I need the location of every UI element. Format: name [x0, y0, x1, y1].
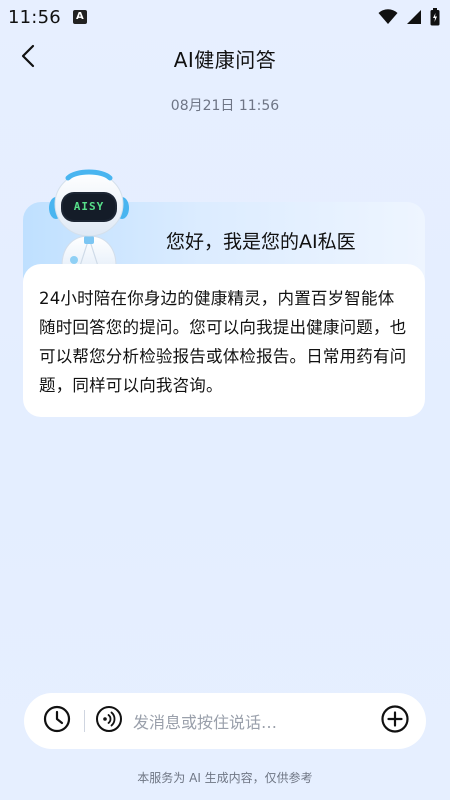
status-time: 11:56 — [8, 6, 61, 28]
header: AI健康问答 — [0, 36, 450, 80]
signal-icon — [406, 9, 422, 25]
assistant-message-text: 24小时陪在你身边的健康精灵，内置百岁智能体随时回答您的提问。您可以向我提出健康… — [39, 289, 407, 395]
robot-badge-text: AISY — [73, 200, 105, 213]
greeting-text: 您好，我是您的AI私医 — [166, 231, 356, 253]
page-title: AI健康问答 — [173, 47, 277, 72]
history-button[interactable] — [42, 704, 72, 738]
voice-input-button[interactable] — [95, 705, 123, 737]
disclaimer-note: 本服务为 AI 生成内容，仅供参考 — [137, 771, 313, 785]
wifi-icon — [378, 9, 398, 25]
chat-timestamp: 08月21日 11:56 — [170, 98, 280, 114]
robot-avatar: AISY — [44, 164, 134, 267]
status-bar: 11:56 A — [0, 0, 450, 34]
back-button[interactable] — [16, 42, 40, 74]
chevron-left-icon — [20, 44, 36, 72]
status-icons — [378, 8, 440, 26]
message-input[interactable]: 发消息或按住说话… — [133, 709, 380, 733]
plus-circle-icon — [380, 704, 410, 738]
app-notification-icon: A — [72, 10, 87, 24]
voice-icon — [95, 705, 123, 737]
input-divider — [84, 710, 85, 732]
clock-history-icon — [42, 704, 72, 738]
message-input-bar: 发消息或按住说话… — [24, 693, 426, 749]
add-button[interactable] — [380, 704, 410, 738]
assistant-message-bubble: 24小时陪在你身边的健康精灵，内置百岁智能体随时回答您的提问。您可以向我提出健康… — [23, 264, 425, 417]
battery-icon — [430, 8, 440, 26]
